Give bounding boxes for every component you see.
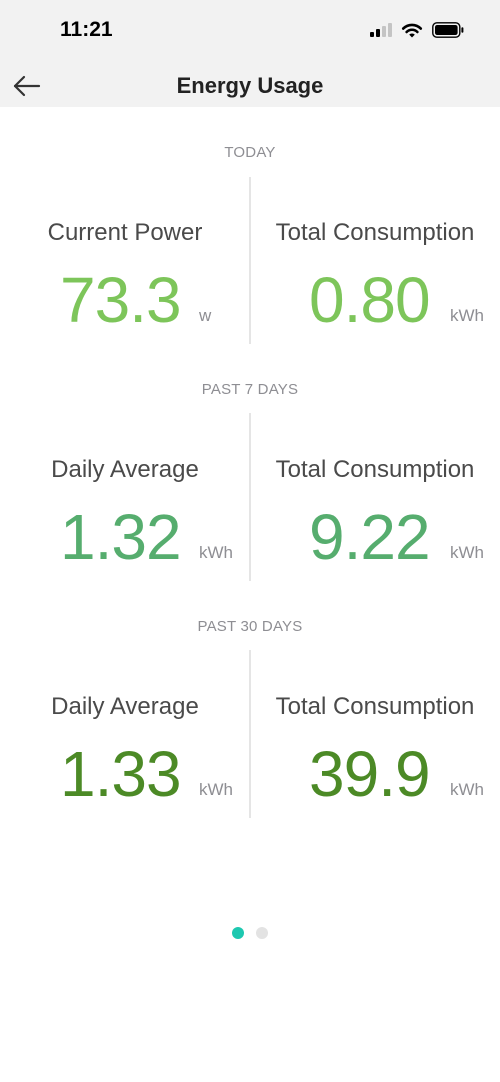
stat-total-consumption-today: Total Consumption (250, 219, 500, 247)
status-icons (370, 19, 464, 41)
section-label-past-7-days: PAST 7 DAYS (201, 381, 299, 398)
section-label-today: TODAY (224, 144, 276, 161)
stat-value-total-consumption-7: 9.22 (309, 501, 431, 573)
page-title: Energy Usage (176, 73, 324, 98)
cellular-signal-icon (370, 23, 392, 37)
battery-icon (432, 22, 464, 38)
divider-past-30-days (249, 650, 251, 818)
stat-label: Daily Average (51, 693, 199, 720)
stat-current-power: Current Power (0, 219, 250, 247)
stat-unit-total-consumption-today: kWh (450, 306, 484, 325)
stat-unit-daily-average-30: kWh (199, 780, 233, 799)
energy-usage-screen: 11:21 Energy Usage TODAY Current Power 7… (0, 0, 500, 1082)
stat-label: Total Consumption (275, 456, 475, 483)
page-indicator (232, 927, 268, 939)
stat-total-consumption-7: Total Consumption (250, 456, 500, 484)
stat-daily-average-30: Daily Average (0, 693, 250, 721)
stat-unit-current-power: w (199, 306, 212, 325)
stat-total-consumption-30: Total Consumption (250, 693, 500, 721)
section-label-past-30-days: PAST 30 DAYS (197, 618, 303, 635)
page-dot-1[interactable] (232, 927, 244, 939)
divider-past-7-days (249, 413, 251, 581)
stat-label: Daily Average (51, 456, 199, 483)
stat-value-daily-average-30: 1.33 (60, 738, 182, 810)
top-bar: 11:21 Energy Usage (0, 0, 500, 107)
stat-value-total-consumption-today: 0.80 (309, 264, 431, 336)
stat-value-current-power: 73.3 (60, 264, 182, 336)
divider-today (249, 177, 251, 344)
stat-unit-daily-average-7: kWh (199, 543, 233, 562)
status-time: 11:21 (60, 18, 113, 41)
page-dot-2[interactable] (256, 927, 268, 939)
stat-label: Total Consumption (275, 693, 475, 720)
stat-label: Total Consumption (275, 219, 475, 246)
stat-label: Current Power (47, 219, 203, 246)
stat-unit-total-consumption-30: kWh (450, 780, 484, 799)
stat-value-total-consumption-30: 39.9 (309, 738, 431, 810)
stat-value-daily-average-7: 1.32 (60, 501, 182, 573)
stat-daily-average-7: Daily Average (0, 456, 250, 484)
wifi-icon (401, 23, 423, 37)
stat-unit-total-consumption-7: kWh (450, 543, 484, 562)
